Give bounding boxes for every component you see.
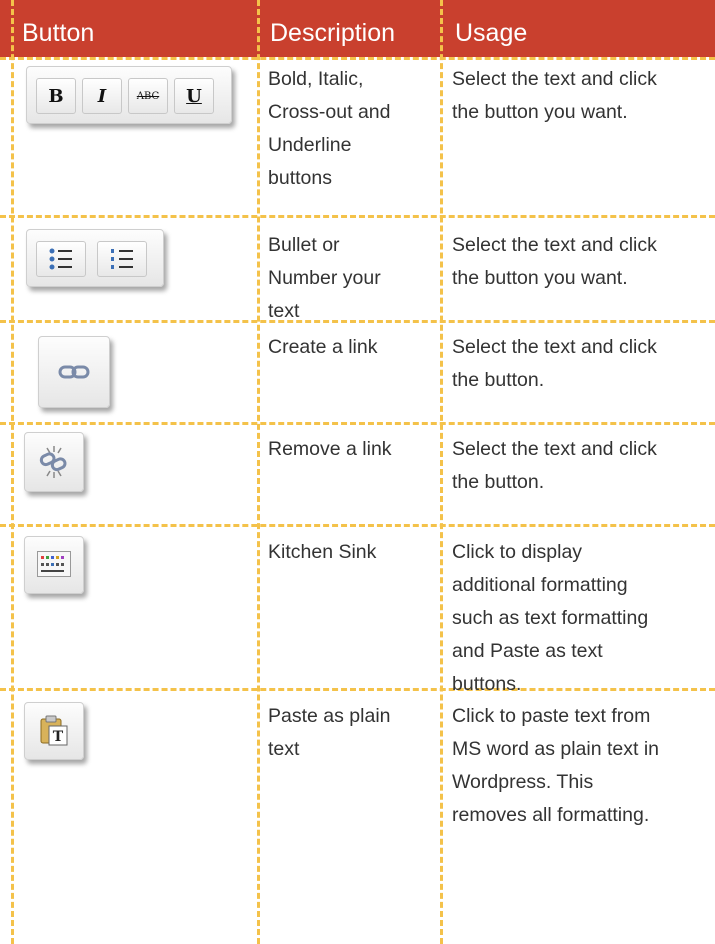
usage-line: MS word as plain text in bbox=[452, 738, 660, 760]
paste-glyph: T bbox=[53, 729, 64, 745]
header-description: Description bbox=[270, 19, 396, 47]
usage-line: Select the text and click bbox=[452, 336, 657, 358]
row-usage: Select the text and click the button you… bbox=[452, 63, 657, 129]
grid-line bbox=[11, 0, 14, 944]
description-line: Paste as plain bbox=[268, 705, 391, 727]
row-usage: Select the text and click the button. bbox=[452, 433, 657, 499]
usage-line: Select the text and click bbox=[452, 438, 657, 460]
description-line: Bullet or bbox=[268, 234, 340, 256]
grid-line bbox=[257, 0, 260, 944]
table-header: Button Description Usage bbox=[0, 0, 715, 57]
description-line: Create a link bbox=[268, 336, 378, 358]
unlink-button[interactable] bbox=[24, 432, 84, 492]
header-usage: Usage bbox=[455, 19, 528, 47]
unlink-icon bbox=[39, 446, 67, 478]
grid-line bbox=[0, 215, 715, 218]
usage-line: such as text formatting bbox=[452, 607, 649, 629]
description-line: Kitchen Sink bbox=[268, 541, 377, 563]
usage-line: Click to display bbox=[452, 541, 583, 563]
row-usage: Click to display additional formatting s… bbox=[452, 536, 648, 701]
row-description: Paste as plain text bbox=[268, 700, 391, 766]
row-description: Bullet or Number your text bbox=[268, 229, 381, 328]
bullet-list-icon[interactable] bbox=[36, 241, 86, 277]
row-description: Kitchen Sink bbox=[268, 536, 376, 569]
usage-line: removes all formatting. bbox=[452, 804, 650, 826]
description-line: text bbox=[268, 300, 300, 322]
list-toolbar bbox=[26, 229, 164, 287]
grid-line bbox=[0, 422, 715, 425]
usage-line: additional formatting bbox=[452, 574, 628, 596]
usage-line: Click to paste text from bbox=[452, 705, 651, 727]
row-usage: Select the text and click the button. bbox=[452, 331, 657, 397]
usage-line: and Paste as text bbox=[452, 640, 603, 662]
paste-as-text-icon: T bbox=[40, 715, 68, 746]
row-usage: Select the text and click the button you… bbox=[452, 229, 657, 295]
strikethrough-icon[interactable]: ABC bbox=[128, 78, 168, 114]
usage-line: the button you want. bbox=[452, 267, 628, 289]
bold-icon[interactable]: B bbox=[36, 78, 76, 114]
row-description: Bold, Italic, Cross-out and Underline bu… bbox=[268, 63, 390, 195]
button-reference-table: Button Description Usage B I ABC U Bold,… bbox=[0, 0, 715, 944]
description-line: Cross-out and bbox=[268, 101, 391, 123]
row-description: Create a link bbox=[268, 331, 377, 364]
row-usage: Click to paste text from MS word as plai… bbox=[452, 700, 659, 832]
italic-icon[interactable]: I bbox=[82, 78, 122, 114]
link-button[interactable] bbox=[38, 336, 110, 408]
link-icon bbox=[58, 365, 90, 379]
description-line: Bold, Italic, bbox=[268, 68, 364, 90]
usage-line: Select the text and click bbox=[452, 234, 657, 256]
numbered-list-icon[interactable] bbox=[97, 241, 147, 277]
usage-line: buttons. bbox=[452, 673, 522, 695]
usage-line: the button. bbox=[452, 471, 545, 493]
usage-line: Wordpress. This bbox=[452, 771, 594, 793]
header-button: Button bbox=[22, 19, 95, 47]
description-line: Underline bbox=[268, 134, 352, 156]
usage-line: Select the text and click bbox=[452, 68, 657, 90]
description-line: text bbox=[268, 738, 300, 760]
underline-icon[interactable]: U bbox=[174, 78, 214, 114]
grid-line bbox=[0, 524, 715, 527]
grid-line bbox=[440, 0, 443, 944]
kitchen-sink-icon bbox=[37, 551, 71, 577]
paste-as-text-button[interactable]: T bbox=[24, 702, 84, 760]
formatting-toolbar: B I ABC U bbox=[26, 66, 232, 124]
row-description: Remove a link bbox=[268, 433, 392, 466]
description-line: buttons bbox=[268, 167, 332, 189]
usage-line: the button. bbox=[452, 369, 545, 391]
usage-line: the button you want. bbox=[452, 101, 628, 123]
grid-line bbox=[0, 57, 715, 60]
kitchen-sink-button[interactable] bbox=[24, 536, 84, 594]
description-line: Remove a link bbox=[268, 438, 392, 460]
description-line: Number your bbox=[268, 267, 381, 289]
